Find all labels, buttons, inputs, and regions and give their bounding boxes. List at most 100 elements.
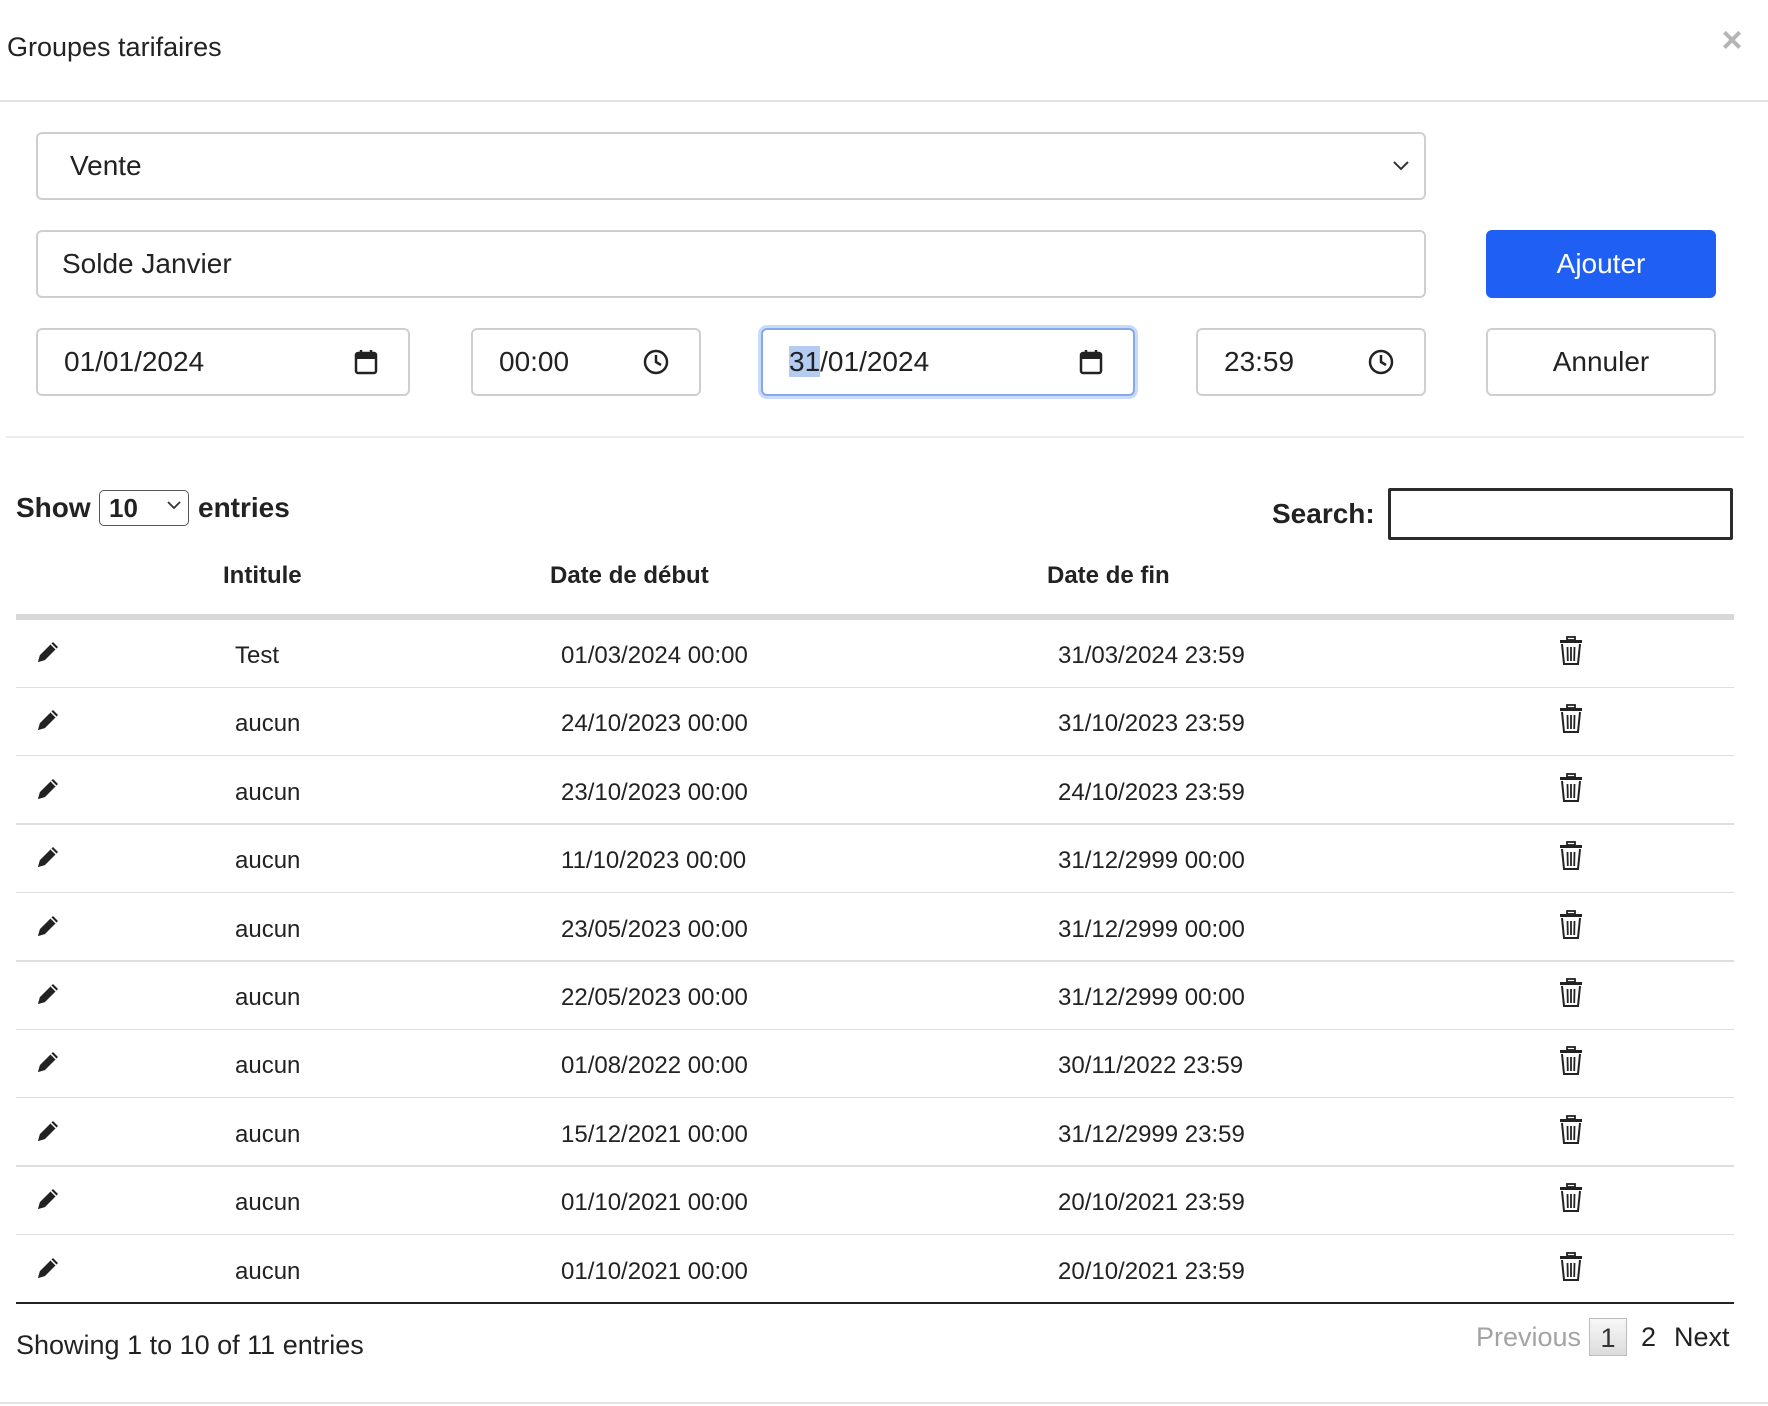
modal-title: Groupes tarifaires [7,32,222,62]
entries-label: entries [198,492,290,523]
pencil-icon[interactable] [34,1048,62,1076]
end-date-day: 31 [789,346,821,377]
start-time-input[interactable]: 00:00 [471,328,701,396]
cell-intitule: aucun [235,1189,301,1217]
modal-footer-divider [0,1402,1768,1404]
trash-icon[interactable] [1558,1251,1584,1282]
cell-intitule: aucun [235,710,301,738]
cell-date-fin: 20/10/2021 23:59 [1058,1257,1245,1285]
cell-intitule: aucun [235,847,301,875]
chevron-down-icon [166,499,182,511]
start-time-value: 00:00 [499,346,570,377]
cell-date-debut: 23/10/2023 00:00 [561,778,748,806]
table-row: aucun 01/10/2021 00:00 20/10/2021 23:59 [16,1236,1734,1304]
trash-icon[interactable] [1558,1046,1584,1076]
cell-intitule: aucun [235,1120,301,1148]
trash-icon[interactable] [1558,772,1584,803]
row-divider [16,1301,1734,1304]
trash-icon[interactable] [1558,841,1584,871]
end-date-input[interactable]: 31/01/2024 [761,328,1135,396]
cell-date-fin: 24/10/2023 23:59 [1058,778,1245,806]
group-name-input[interactable]: Solde Janvier [36,230,1426,298]
cell-intitule: aucun [235,915,301,943]
modal-header: Groupes tarifaires × [0,0,1768,102]
pagination-page-2[interactable]: 2 [1641,1318,1656,1356]
pencil-icon[interactable] [34,775,62,803]
group-name-value: Solde Janvier [62,248,232,279]
cell-date-fin: 20/10/2021 23:59 [1058,1189,1245,1217]
column-header-intitule[interactable]: Intitule [223,562,302,590]
trash-icon[interactable] [1558,1114,1584,1145]
pencil-icon[interactable] [34,980,62,1008]
cell-date-debut: 01/10/2021 00:00 [561,1189,748,1217]
end-time-value: 23:59 [1224,346,1295,377]
trash-icon[interactable] [1558,636,1584,666]
entries-length-select[interactable]: 10 [99,490,189,526]
start-date-value: 01/01/2024 [64,346,205,377]
cell-intitule: aucun [235,1052,301,1080]
clock-icon[interactable] [1368,349,1394,375]
type-select[interactable]: Vente [36,132,1426,200]
pagination-next[interactable]: Next [1674,1318,1730,1356]
cell-date-debut: 24/10/2023 00:00 [561,710,748,738]
trash-icon[interactable] [1558,978,1584,1008]
cell-date-debut: 01/10/2021 00:00 [561,1257,748,1285]
cell-date-debut: 01/03/2024 00:00 [561,642,748,669]
cell-date-debut: 11/10/2023 00:00 [561,847,747,875]
entries-length-value: 10 [109,493,138,523]
search-label: Search: [1272,498,1375,529]
pagination-page-1[interactable]: 1 [1589,1318,1627,1356]
column-header-date-fin[interactable]: Date de fin [1047,562,1170,590]
trash-icon[interactable] [1558,704,1584,734]
pencil-icon[interactable] [34,843,62,871]
trash-icon[interactable] [1558,1183,1584,1213]
table-row: aucun 01/10/2021 00:00 20/10/2021 23:59 [16,1167,1734,1236]
pagination-previous[interactable]: Previous [1476,1318,1581,1356]
pencil-icon[interactable] [34,706,62,734]
clock-icon[interactable] [643,349,669,375]
search-input[interactable] [1388,488,1733,540]
table-row: aucun 15/12/2021 00:00 31/12/2999 23:59 [16,1099,1734,1167]
cell-intitule: aucun [235,984,301,1011]
table-row: aucun 24/10/2023 00:00 31/10/2023 23:59 [16,688,1734,757]
add-button[interactable]: Ajouter [1486,230,1716,298]
pencil-icon[interactable] [34,1254,62,1282]
cancel-button[interactable]: Annuler [1486,328,1716,396]
close-icon[interactable]: × [1718,22,1746,58]
table-row: aucun 11/10/2023 00:00 31/12/2999 00:00 [16,825,1734,894]
calendar-icon[interactable] [1079,349,1103,375]
cell-date-fin: 31/12/2999 00:00 [1058,915,1245,943]
type-select-value: Vente [70,150,142,181]
cell-date-fin: 30/11/2022 23:59 [1058,1052,1244,1080]
show-label: Show [16,492,91,523]
column-header-date-debut[interactable]: Date de début [550,562,709,590]
cell-date-fin: 31/12/2999 00:00 [1058,847,1245,875]
cell-date-fin: 31/12/2999 00:00 [1058,984,1245,1011]
cell-intitule: aucun [235,778,301,806]
cell-date-fin: 31/12/2999 23:59 [1058,1120,1245,1148]
start-date-input[interactable]: 01/01/2024 [36,328,410,396]
table-row: aucun 23/10/2023 00:00 24/10/2023 23:59 [16,757,1734,825]
cell-date-fin: 31/03/2024 23:59 [1058,642,1245,669]
trash-icon[interactable] [1558,909,1584,940]
end-date-rest: /01/2024 [820,346,930,377]
pencil-icon[interactable] [34,1117,62,1145]
table-info: Showing 1 to 10 of 11 entries [16,1330,364,1360]
pencil-icon[interactable] [34,912,62,940]
cell-intitule: aucun [235,1257,301,1285]
cell-intitule: Test [235,642,280,669]
cell-date-debut: 23/05/2023 00:00 [561,915,748,943]
cell-date-debut: 22/05/2023 00:00 [561,984,748,1011]
end-time-input[interactable]: 23:59 [1196,328,1426,396]
form-divider [6,436,1744,438]
calendar-icon[interactable] [354,349,378,375]
cell-date-fin: 31/10/2023 23:59 [1058,710,1245,738]
pencil-icon[interactable] [34,1185,62,1213]
cell-date-debut: 15/12/2021 00:00 [561,1120,748,1148]
chevron-down-icon [1392,160,1410,172]
table-row: aucun 01/08/2022 00:00 30/11/2022 23:59 [16,1030,1734,1099]
table-row: aucun 22/05/2023 00:00 31/12/2999 00:00 [16,962,1734,1030]
cell-date-debut: 01/08/2022 00:00 [561,1052,748,1080]
pencil-icon[interactable] [34,638,62,666]
table-row: aucun 23/05/2023 00:00 31/12/2999 00:00 [16,894,1734,962]
